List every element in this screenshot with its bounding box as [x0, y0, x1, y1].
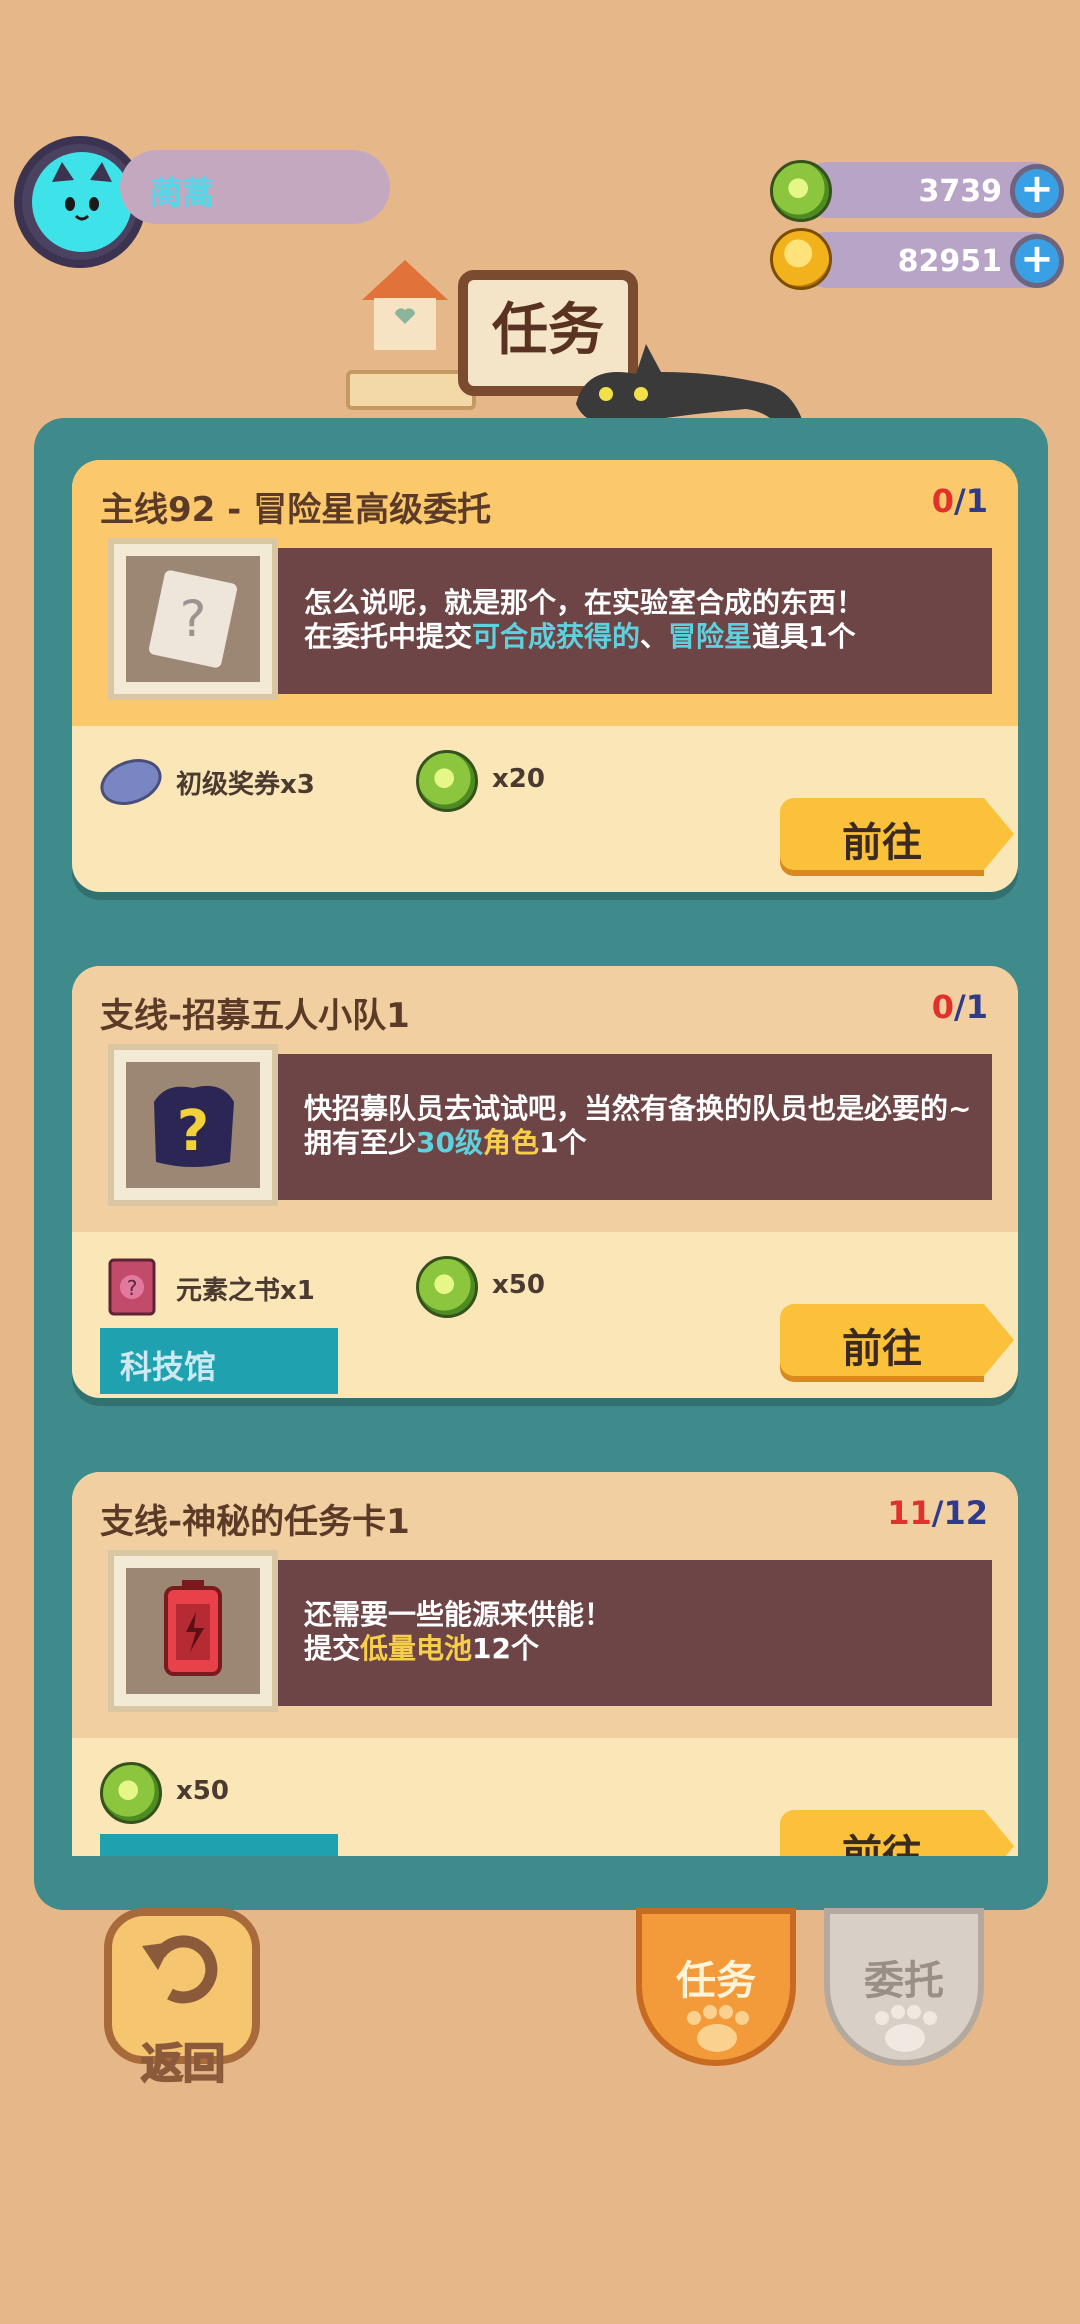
green-coin-count: 3739 — [918, 174, 1003, 209]
cat-face-icon — [52, 162, 112, 221]
tab-commission[interactable]: 委托 — [824, 1908, 984, 2066]
task-card: 主线92 - 冒险星高级委托 0/1 ? 怎么说呢，就是那个，在实验室合成的东西… — [72, 460, 1018, 892]
mystery-creature-icon: ? — [154, 1085, 234, 1167]
task-title: 支线-神秘的任务卡1 — [100, 1502, 410, 1542]
green-coin-icon — [100, 1762, 162, 1824]
task-description: 怎么说呢，就是那个，在实验室合成的东西！ 在委托中提交可合成获得的、冒险星道具1… — [304, 586, 865, 653]
add-gold-coin-button[interactable]: + — [1010, 234, 1064, 288]
go-button[interactable]: 前往 — [780, 798, 1014, 870]
task-list[interactable]: 主线92 - 冒险星高级委托 0/1 ? 怎么说呢，就是那个，在实验室合成的东西… — [72, 460, 1018, 1856]
green-coin-icon — [770, 160, 832, 222]
book-stack — [346, 370, 476, 410]
task-card: 支线-招募五人小队1 0/1 ? 快招募队员去试试吧，当然有备换的队员也是必要的… — [72, 966, 1018, 1398]
go-button[interactable]: 前往 — [780, 1304, 1014, 1376]
gold-coin-count: 82951 — [897, 244, 1002, 279]
task-image-frame: ? — [108, 1044, 278, 1206]
task-image-frame — [108, 1550, 278, 1712]
house-icon — [362, 260, 448, 350]
svg-text:?: ? — [177, 1099, 209, 1164]
task-progress: 11/12 — [887, 1494, 988, 1532]
back-label: 返回 — [140, 2038, 226, 2089]
mystery-paper-icon: ? — [148, 570, 238, 668]
svg-text:?: ? — [180, 590, 207, 648]
ticket-icon — [100, 759, 162, 805]
location-tag: 科技馆 — [100, 1328, 338, 1394]
green-coin-icon — [416, 1256, 478, 1318]
paw-icon — [875, 2005, 937, 2052]
player-name: 蔺蒿 — [150, 174, 215, 212]
tab-tasks[interactable]: 任务 — [636, 1908, 796, 2066]
location-tag — [100, 1834, 338, 1856]
add-green-coin-button[interactable]: + — [1010, 164, 1064, 218]
task-card: 支线-神秘的任务卡1 11/12 还需要一些能源来供能！ 提交低量电池12个 x… — [72, 1472, 1018, 1856]
task-progress: 0/1 — [931, 482, 988, 520]
battery-icon — [164, 1580, 222, 1676]
svg-text:?: ? — [127, 1276, 138, 1300]
avatar[interactable] — [32, 152, 132, 252]
element-book-icon: ? — [108, 1258, 156, 1316]
task-title: 支线-招募五人小队1 — [100, 996, 410, 1036]
paw-icon — [687, 2005, 749, 2052]
go-button[interactable]: 前往 — [780, 1810, 1014, 1856]
task-title: 主线92 - 冒险星高级委托 — [100, 490, 492, 530]
task-progress: 0/1 — [931, 988, 988, 1026]
task-description: 快招募队员去试试吧，当然有备换的队员也是必要的~ 拥有至少30级角色1个 — [304, 1092, 972, 1159]
gold-coin-icon — [770, 228, 832, 290]
back-arrow-icon — [142, 1935, 218, 2004]
task-description: 还需要一些能源来供能！ 提交低量电池12个 — [304, 1598, 613, 1665]
green-coin-icon — [416, 750, 478, 812]
task-image-frame: ? — [108, 538, 278, 700]
